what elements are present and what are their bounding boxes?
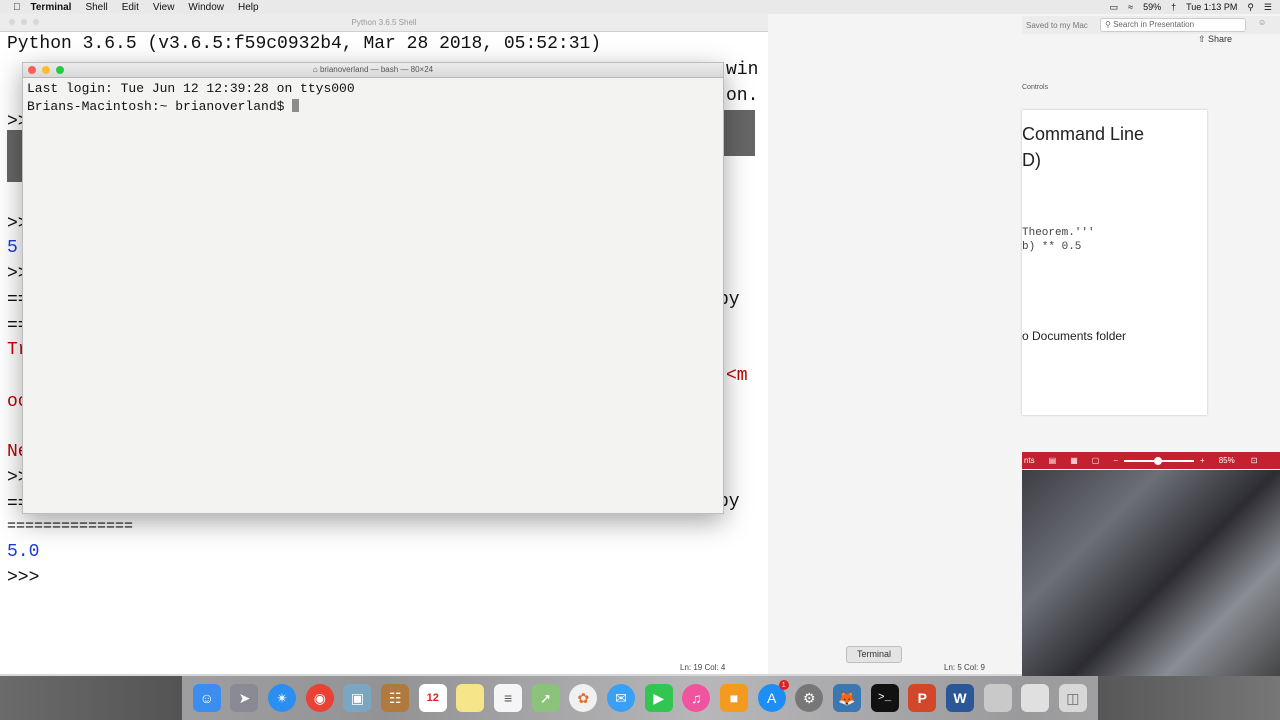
shell-title-bar[interactable]: Python 3.6.5 Shell xyxy=(0,14,768,32)
bluetooth-icon[interactable]: † xyxy=(1171,2,1176,12)
slide-code-line1: Theorem.''' xyxy=(1022,227,1095,239)
shell-result: 5.0 xyxy=(7,542,40,562)
terminal-window[interactable]: ⌂ brianoverland — bash — 80×24 Last logi… xyxy=(22,62,724,514)
zoom-level[interactable]: 85% xyxy=(1219,456,1235,465)
shell-prompt[interactable]: >>> xyxy=(7,568,39,588)
slide-code-line2: b) ** 0.5 xyxy=(1022,241,1082,253)
python-icon[interactable]: 🦊 xyxy=(832,684,861,712)
shell-fragment: win xyxy=(726,60,759,80)
notification-badge: 1 xyxy=(778,680,789,690)
menu-window[interactable]: Window xyxy=(188,2,224,13)
preview-icon[interactable]: ▣ xyxy=(343,684,372,712)
menu-edit[interactable]: Edit xyxy=(122,2,139,13)
terminal-last-login: Last login: Tue Jun 12 12:39:28 on ttys0… xyxy=(27,81,355,96)
ppt-search-input[interactable]: ⚲ Search in Presentation xyxy=(1100,18,1246,32)
powerpoint-icon[interactable]: P xyxy=(908,684,937,712)
ppt-saved-status: Saved to my Mac xyxy=(1026,21,1088,30)
ppt-editor-status: Ln: 5 Col: 9 xyxy=(944,663,985,672)
downloads-icon[interactable] xyxy=(983,684,1012,712)
dock: ☺ ➤ ✴ ◉ ▣ ☷ 12 ≡ ➚ ✿ ✉ ▶ ♫ ■ A1 ⚙ 🦊 >_ P… xyxy=(182,676,1098,720)
menu-clock[interactable]: Tue 1:13 PM xyxy=(1186,2,1237,12)
smiley-icon[interactable]: ☺ xyxy=(1258,18,1266,27)
slide-title-line1: Command Line xyxy=(1022,124,1145,144)
terminal-title-bar[interactable]: ⌂ brianoverland — bash — 80×24 xyxy=(23,63,723,78)
shell-minimize-button[interactable] xyxy=(21,19,27,25)
airplay-icon[interactable]: ▭ xyxy=(1110,2,1119,13)
shell-banner-line: Python 3.6.5 (v3.6.5:f59c0932b4, Mar 28 … xyxy=(7,34,602,54)
launchpad-icon[interactable]: ➤ xyxy=(230,684,259,712)
appstore-icon[interactable]: A1 xyxy=(757,680,789,712)
home-folder-icon: ⌂ xyxy=(312,65,318,74)
shell-restart-rule: ============== xyxy=(7,518,134,535)
reminders-icon[interactable]: ≡ xyxy=(494,684,523,712)
desktop-wallpaper xyxy=(1022,470,1280,677)
itunes-icon[interactable]: ♫ xyxy=(682,684,711,712)
text-cursor xyxy=(292,99,300,112)
terminal-icon[interactable]: >_ xyxy=(870,684,899,712)
menu-shell[interactable]: Shell xyxy=(85,2,107,13)
ppt-slide[interactable]: Command Line D) Theorem.''' b) ** 0.5 o … xyxy=(1022,110,1207,415)
shell-close-button[interactable] xyxy=(9,19,15,25)
slide-title-line2: D) xyxy=(1022,150,1041,170)
shell-title: Python 3.6.5 Shell xyxy=(351,18,417,27)
dock-tooltip: Terminal xyxy=(846,646,902,663)
zoom-slider[interactable] xyxy=(1124,456,1195,465)
minimize-button[interactable] xyxy=(42,66,50,74)
maps-icon[interactable]: ➚ xyxy=(531,684,560,712)
menu-help[interactable]: Help xyxy=(238,2,259,13)
shell-status-line: Ln: 19 Col: 4 xyxy=(680,663,726,672)
normal-view-icon[interactable]: ▤ xyxy=(1049,456,1057,465)
ppt-title-bar: Saved to my Mac ⚲ Search in Presentation… xyxy=(1022,16,1280,34)
menu-app-terminal[interactable]: Terminal xyxy=(31,2,72,13)
menu-view[interactable]: View xyxy=(153,2,175,13)
documents-icon[interactable] xyxy=(1021,684,1050,712)
terminal-content[interactable]: Last login: Tue Jun 12 12:39:28 on ttys0… xyxy=(23,78,723,118)
search-icon: ⚲ xyxy=(1105,20,1114,29)
word-icon[interactable]: W xyxy=(945,684,974,712)
wifi-icon[interactable]: ≈ xyxy=(1128,2,1133,12)
facetime-icon[interactable]: ▶ xyxy=(644,684,673,712)
shell-fragment: on. xyxy=(726,86,759,106)
spotlight-icon[interactable]: ⚲ xyxy=(1247,2,1254,13)
chrome-icon[interactable]: ◉ xyxy=(305,684,334,712)
calendar-icon[interactable]: 12 xyxy=(418,684,447,712)
photos-icon[interactable]: ✿ xyxy=(569,684,598,712)
notes-icon[interactable] xyxy=(456,684,485,712)
ibooks-icon[interactable]: ■ xyxy=(720,684,749,712)
menu-bar:  Terminal Shell Edit View Window Help ▭… xyxy=(0,0,1280,14)
shell-highlight-block xyxy=(7,130,23,182)
contacts-icon[interactable]: ☷ xyxy=(381,684,410,712)
shell-zoom-button[interactable] xyxy=(33,19,39,25)
battery-percent[interactable]: 59% xyxy=(1143,2,1161,12)
reading-view-icon[interactable]: ▢ xyxy=(1092,456,1100,465)
slide-sorter-icon[interactable]: ▦ xyxy=(1070,456,1078,465)
slide-body-text: o Documents folder xyxy=(1022,329,1127,343)
terminal-title: brianoverland — bash — 80×24 xyxy=(319,65,434,74)
zoom-in-icon[interactable]: + xyxy=(1200,456,1205,465)
apple-icon[interactable]:  xyxy=(13,2,21,13)
trash-icon[interactable]: ◫ xyxy=(1058,684,1087,712)
finder-icon[interactable]: ☺ xyxy=(192,684,221,712)
ppt-status-bar: nts ▤ ▦ ▢ − + 85% ⊡ xyxy=(1022,452,1280,469)
fit-slide-icon[interactable]: ⊡ xyxy=(1251,456,1258,465)
messages-icon[interactable]: ✉ xyxy=(607,684,636,712)
ppt-share-button[interactable]: ⇧ Share xyxy=(1198,34,1232,45)
zoom-button[interactable] xyxy=(56,66,64,74)
notification-center-icon[interactable]: ☰ xyxy=(1264,2,1272,13)
safari-icon[interactable]: ✴ xyxy=(268,684,297,712)
system-preferences-icon[interactable]: ⚙ xyxy=(795,684,824,712)
shell-traceback: <m xyxy=(726,366,748,386)
ppt-controls-tab[interactable]: Controls xyxy=(1022,84,1048,91)
terminal-prompt: Brians-Macintosh:~ brianoverland$ xyxy=(27,99,293,114)
close-button[interactable] xyxy=(28,66,36,74)
shell-highlight-block xyxy=(722,110,755,156)
zoom-out-icon[interactable]: − xyxy=(1113,456,1118,465)
shell-output-value: 5 xyxy=(7,238,18,258)
ppt-status-left: nts xyxy=(1024,456,1035,465)
